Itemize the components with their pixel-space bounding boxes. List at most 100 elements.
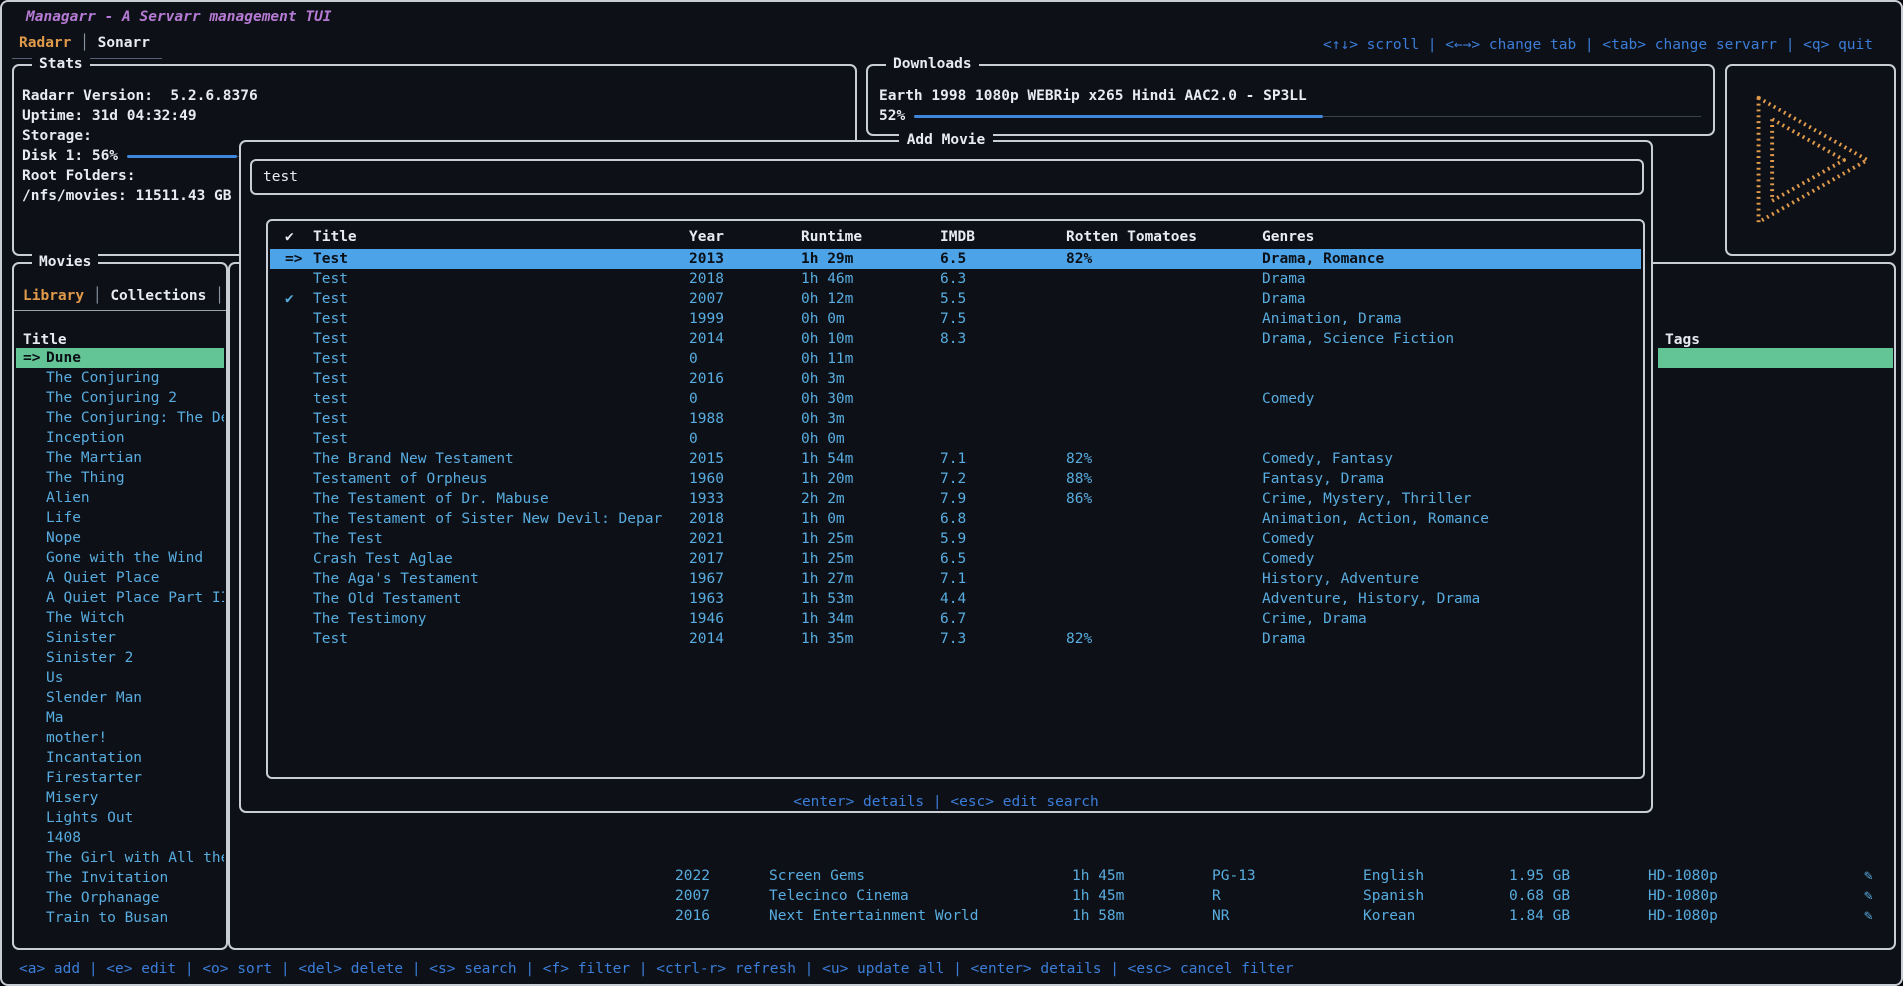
search-result-row[interactable]: The Aga's Testament 1967 1h 27m 7.1 Hist… (270, 569, 1641, 589)
movie-title: The Thing (46, 470, 125, 486)
movie-list-item[interactable]: The Conjuring 2 (16, 388, 224, 408)
search-result-row[interactable]: Test 2018 1h 46m 6.3 Drama (270, 269, 1641, 289)
movie-list-item[interactable]: A Quiet Place Part II (16, 588, 224, 608)
movie-list-item[interactable]: Incantation (16, 748, 224, 768)
movie-list-item[interactable]: Us (16, 668, 224, 688)
result-title: Test (313, 269, 348, 289)
movie-year: 2016 (675, 906, 710, 926)
movie-table-row[interactable]: 2022 Screen Gems 1h 45m PG-13 English 1.… (232, 866, 1892, 886)
tab-divider: │ (84, 288, 110, 304)
movie-list-item[interactable]: Sinister (16, 628, 224, 648)
search-result-row[interactable]: test 0 0h 30m Comedy (270, 389, 1641, 409)
movie-list-item[interactable]: Train to Busan (16, 908, 224, 928)
movie-title: 1408 (46, 830, 81, 846)
movie-list-item[interactable]: The Girl with All the (16, 848, 224, 868)
result-genres: Drama, Romance (1262, 249, 1384, 269)
search-result-row[interactable]: The Testament of Sister New Devil: Depar… (270, 509, 1641, 529)
result-genres: Drama (1262, 629, 1306, 649)
movie-certification: PG-13 (1212, 866, 1256, 886)
movie-list-item[interactable]: The Invitation (16, 868, 224, 888)
movie-list-item[interactable]: Lights Out (16, 808, 224, 828)
movie-list-item[interactable]: Slender Man (16, 688, 224, 708)
result-runtime: 0h 11m (801, 349, 853, 369)
column-header-year: Year (689, 227, 724, 247)
result-imdb-rating: 7.9 (940, 489, 966, 509)
tab-sonarr[interactable]: Sonarr (98, 35, 150, 51)
movie-list-item[interactable]: Inception (16, 428, 224, 448)
movie-title: Gone with the Wind (46, 550, 203, 566)
search-result-row[interactable]: => Test 2013 1h 29m 6.5 82% Drama, Roman… (270, 249, 1641, 269)
search-result-row[interactable]: Testament of Orpheus 1960 1h 20m 7.2 88%… (270, 469, 1641, 489)
movie-list-item[interactable]: Nope (16, 528, 224, 548)
result-year: 0 (689, 429, 698, 449)
result-year: 1960 (689, 469, 724, 489)
movie-list-item[interactable]: =>Dune (16, 348, 224, 368)
tab-divider: │ (206, 288, 223, 304)
search-result-row[interactable]: Test 1988 0h 3m (270, 409, 1641, 429)
movie-list-item[interactable]: Sinister 2 (16, 648, 224, 668)
result-runtime: 1h 35m (801, 629, 853, 649)
movie-title: Dune (46, 350, 81, 366)
movie-list-item[interactable]: The Conjuring (16, 368, 224, 388)
result-title: Test (313, 329, 348, 349)
movie-list-item[interactable]: Gone with the Wind (16, 548, 224, 568)
movies-tabs-separator (14, 310, 226, 311)
search-result-row[interactable]: The Testament of Dr. Mabuse 1933 2h 2m 7… (270, 489, 1641, 509)
search-result-row[interactable]: ✔ Test 2007 0h 12m 5.5 Drama (270, 289, 1641, 309)
result-runtime: 1h 46m (801, 269, 853, 289)
result-title: Test (313, 429, 348, 449)
movie-list-item[interactable]: The Martian (16, 448, 224, 468)
result-year: 2021 (689, 529, 724, 549)
search-result-row[interactable]: The Brand New Testament 2015 1h 54m 7.1 … (270, 449, 1641, 469)
search-result-row[interactable]: Test 2016 0h 3m (270, 369, 1641, 389)
search-result-row[interactable]: Test 0 0h 0m (270, 429, 1641, 449)
result-imdb-rating: 6.7 (940, 609, 966, 629)
movie-list-item[interactable]: Life (16, 508, 224, 528)
search-result-row[interactable]: The Test 2021 1h 25m 5.9 Comedy (270, 529, 1641, 549)
movie-title: Life (46, 510, 81, 526)
movie-list-item[interactable]: The Witch (16, 608, 224, 628)
movie-list-item[interactable]: The Conjuring: The De (16, 408, 224, 428)
result-genres: Comedy (1262, 549, 1314, 569)
movie-list-item[interactable]: mother! (16, 728, 224, 748)
radarr-version: Radarr Version: 5.2.6.8376 (22, 86, 847, 106)
result-title: The Aga's Testament (313, 569, 479, 589)
movie-list-item[interactable]: Alien (16, 488, 224, 508)
edit-icon: ✎ (1864, 886, 1873, 906)
movie-list-item[interactable]: The Thing (16, 468, 224, 488)
movie-title: Inception (46, 430, 125, 446)
search-result-row[interactable]: The Old Testament 1963 1h 53m 4.4 Advent… (270, 589, 1641, 609)
modal-keybindings-hint: <enter> details | <esc> edit search (241, 792, 1651, 812)
movie-title: mother! (46, 730, 107, 746)
movie-table-row[interactable]: 2007 Telecinco Cinema 1h 45m R Spanish 0… (232, 886, 1892, 906)
movie-studio: Next Entertainment World (769, 906, 979, 926)
movie-table-row[interactable]: 2016 Next Entertainment World 1h 58m NR … (232, 906, 1892, 926)
movie-list-item[interactable]: Firestarter (16, 768, 224, 788)
download-percent-label: 52% (879, 106, 905, 126)
movie-table-rows: 2022 Screen Gems 1h 45m PG-13 English 1.… (232, 866, 1892, 926)
column-header-genres: Genres (1262, 227, 1314, 247)
tab-library[interactable]: Library (23, 288, 84, 304)
result-imdb-rating: 5.5 (940, 289, 966, 309)
movie-quality-profile: HD-1080p (1648, 886, 1718, 906)
movie-list-item[interactable]: 1408 (16, 828, 224, 848)
movie-list-item[interactable]: Ma (16, 708, 224, 728)
search-result-row[interactable]: Test 2014 1h 35m 7.3 82% Drama (270, 629, 1641, 649)
result-year: 2007 (689, 289, 724, 309)
result-year: 2018 (689, 269, 724, 289)
search-result-row[interactable]: The Testimony 1946 1h 34m 6.7 Crime, Dra… (270, 609, 1641, 629)
movie-search-input[interactable] (250, 159, 1644, 195)
search-result-row[interactable]: Test 2014 0h 10m 8.3 Drama, Science Fict… (270, 329, 1641, 349)
search-result-row[interactable]: Crash Test Aglae 2017 1h 25m 6.5 Comedy (270, 549, 1641, 569)
result-title: The Test (313, 529, 383, 549)
search-result-row[interactable]: Test 0 0h 11m (270, 349, 1641, 369)
result-imdb-rating: 5.9 (940, 529, 966, 549)
movie-list-item[interactable]: A Quiet Place (16, 568, 224, 588)
movie-list-item[interactable]: Misery (16, 788, 224, 808)
tab-collections[interactable]: Collections (110, 288, 206, 304)
movie-size: 1.95 GB (1509, 866, 1570, 886)
result-genres: Crime, Drama (1262, 609, 1367, 629)
search-result-row[interactable]: Test 1999 0h 0m 7.5 Animation, Drama (270, 309, 1641, 329)
tab-radarr[interactable]: Radarr (19, 35, 71, 51)
movie-list-item[interactable]: The Orphanage (16, 888, 224, 908)
